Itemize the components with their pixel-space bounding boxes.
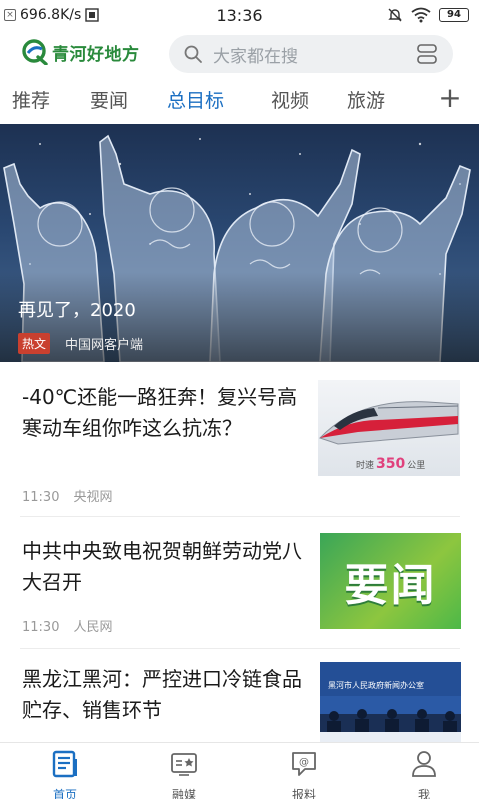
news-item[interactable]: -40℃还能一路狂奔！复兴号高寒动车组你咋这么抗冻？ 11:30 央视网 时速 35…: [0, 368, 479, 514]
logo-icon: [22, 39, 48, 65]
channel-tabs: 推荐 要闻 总目标 视频 旅游 +: [0, 82, 479, 118]
thumb-text: 要闻: [344, 560, 437, 611]
status-bar: × 696.8K/s 13:36 94: [0, 0, 479, 30]
svg-text:@: @: [299, 757, 309, 768]
news-time: 11:30: [22, 620, 60, 635]
thumb-banner: 黑河市人民政府新闻办公室: [328, 681, 424, 690]
news-meta: 11:30 人民网: [22, 616, 112, 635]
news-thumbnail: 要闻: [320, 533, 461, 629]
profile-icon: [412, 751, 436, 777]
news-source: 央视网: [73, 490, 113, 505]
nav-label: 首页: [52, 788, 77, 799]
news-time: 11:30: [22, 490, 60, 505]
search-placeholder: 大家都在搜: [213, 46, 298, 67]
news-title: 中共中央致电祝贺朝鲜劳动党八大召开: [22, 539, 302, 594]
media-icon: [171, 753, 197, 776]
news-source: 人民网: [73, 620, 113, 635]
news-thumbnail: 黑河市人民政府新闻办公室: [320, 662, 461, 742]
speed-caption: 时速 350 公里: [356, 456, 426, 472]
search-bar[interactable]: 大家都在搜: [169, 35, 453, 73]
news-title: -40℃还能一路狂奔！复兴号高寒动车组你咋这么抗冻？: [22, 385, 298, 440]
news-item[interactable]: 中共中央致电祝贺朝鲜劳动党八大召开 11:30 人民网 要闻: [0, 522, 479, 644]
tab-recommend[interactable]: 推荐: [12, 86, 50, 113]
tab-headlines[interactable]: 要闻: [90, 86, 128, 113]
mute-icon: [388, 8, 402, 22]
hero-source: 中国网客户端: [65, 338, 144, 353]
nav-label: 报料: [291, 788, 316, 799]
nav-home[interactable]: 首页: [35, 749, 95, 799]
app-header: 青河好地方 大家都在搜: [0, 32, 479, 76]
news-thumbnail: 时速 350 公里: [318, 380, 460, 476]
news-title: 黑龙江黑河：严控进口冷链食品贮存、销售环节: [22, 667, 302, 722]
bottom-navigation: 首页 融媒 @ 报料 我: [0, 742, 479, 799]
nav-label: 融媒: [171, 788, 196, 799]
tab-video[interactable]: 视频: [271, 86, 309, 113]
news-item[interactable]: 黑龙江黑河：严控进口冷链食品贮存、销售环节 黑河市人民政府新闻办公室: [0, 652, 479, 742]
battery-indicator: 94: [439, 8, 469, 22]
report-icon: @: [292, 752, 316, 776]
search-icon: [184, 45, 202, 63]
logo-text: 青河好地方: [52, 44, 140, 65]
nav-profile[interactable]: 我: [394, 749, 454, 799]
tab-overall-goal[interactable]: 总目标: [167, 86, 224, 113]
tab-travel[interactable]: 旅游: [347, 86, 385, 113]
scan-icon[interactable]: [415, 42, 439, 66]
officials-image: [320, 709, 461, 742]
hero-title: 再见了，2020: [18, 300, 136, 321]
wifi-icon: [411, 7, 431, 23]
nav-label: 我: [417, 788, 430, 799]
hot-tag-badge: 热文: [18, 333, 51, 354]
nav-media[interactable]: 融媒: [154, 749, 214, 799]
add-channel-icon[interactable]: +: [430, 82, 470, 116]
news-icon: [52, 750, 77, 778]
hero-banner[interactable]: 再见了，2020 热文 中国网客户端: [0, 124, 479, 362]
nav-report[interactable]: @ 报料: [274, 749, 334, 799]
news-meta: 11:30 央视网: [22, 486, 112, 505]
app-logo: 青河好地方: [22, 39, 140, 65]
